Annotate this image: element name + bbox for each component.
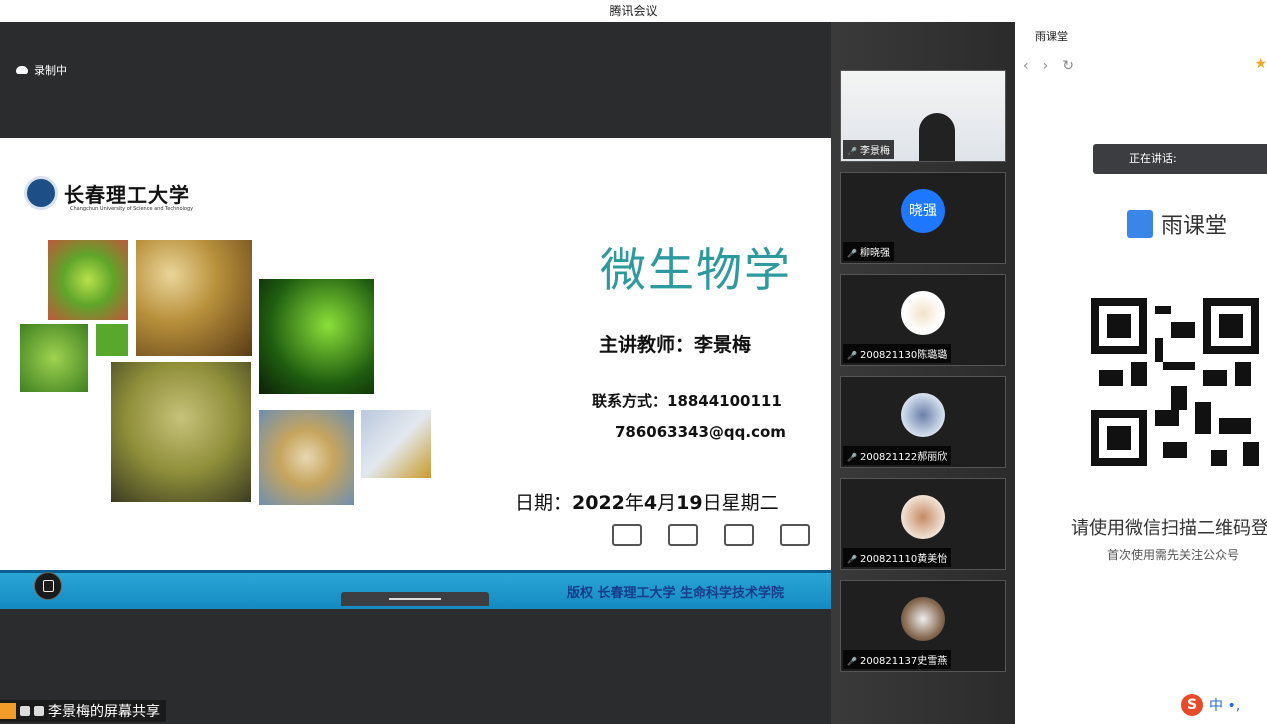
participant-tile[interactable]: 200821137史雪燕: [840, 580, 1006, 672]
contact-email: 786063343@qq.com: [615, 423, 786, 441]
star-icon[interactable]: ★: [1254, 56, 1267, 72]
mold-colony-image: [111, 362, 251, 502]
participant-avatar: [901, 495, 945, 539]
university-seal-icon: [24, 176, 58, 210]
participant-avatar: 晓强: [901, 189, 945, 233]
participant-avatar: [901, 597, 945, 641]
back-icon[interactable]: ‹: [1023, 58, 1043, 74]
participant-avatar: [901, 393, 945, 437]
university-name: 长春理工大学: [64, 182, 190, 207]
note-edit-icon: [780, 524, 810, 546]
rod-bacteria-image: [259, 279, 374, 394]
participant-name: 200821137史雪燕: [843, 650, 952, 669]
speaking-label: 正在讲话:: [1129, 152, 1177, 165]
login-qr-code: [1091, 298, 1259, 466]
yeast-cells-image: [136, 240, 252, 356]
date-month: 4: [643, 492, 658, 514]
microphone-icon: [34, 706, 44, 716]
university-name-en: Changchun University of Science and Tech…: [70, 206, 194, 212]
slide-copyright: 版权 长春理工大学 生命科学技术学院: [567, 586, 785, 601]
sogou-ime-icon[interactable]: S: [1181, 694, 1203, 716]
participant-tile[interactable]: 晓强 柳晓强: [840, 172, 1006, 264]
small-green-image: [96, 324, 128, 356]
date-prefix: 日期：: [515, 492, 573, 514]
date-day-unit: 日星期二: [702, 492, 779, 514]
speaking-indicator: 正在讲话:: [1093, 144, 1267, 174]
university-logo: 长春理工大学 Changchun University of Science a…: [24, 176, 194, 212]
qr-login-note: 首次使用需先关注公众号: [1107, 548, 1240, 562]
participant-tile[interactable]: 李景梅: [840, 70, 1006, 162]
participant-tile[interactable]: 200821110黄美怡: [840, 478, 1006, 570]
collapse-toolbar-tab[interactable]: [341, 592, 489, 606]
recording-label: 录制中: [34, 64, 67, 77]
audience-icon: [724, 524, 754, 546]
green-virus-image: [20, 324, 88, 392]
participant-name: 200821110黄美怡: [843, 548, 952, 567]
participant-name: 李景梅: [843, 140, 894, 159]
input-method-toolbar[interactable]: S 中 •,: [1181, 694, 1240, 716]
presentation-slide: 长春理工大学 Changchun University of Science a…: [0, 138, 831, 572]
yuketang-window: 雨课堂 ‹›↻ ★ 正在讲话: 雨课堂 请使用微信扫描二维码登录 首次使用需先关…: [1015, 22, 1267, 724]
yuketang-window-title: 雨课堂: [1035, 30, 1068, 43]
yuketang-brand-name: 雨课堂: [1161, 214, 1228, 239]
course-title: 微生物学: [600, 243, 792, 297]
ime-mode-label[interactable]: 中 •,: [1209, 695, 1240, 715]
window-titlebar: 腾讯会议: [0, 0, 1267, 22]
projector-icon: [612, 524, 642, 546]
petri-dish-image: [259, 410, 354, 505]
participant-name: 柳晓强: [843, 242, 894, 261]
shared-screen-stage: 录制中 长春理工大学 Changchun University of Scien…: [0, 22, 831, 724]
refresh-icon[interactable]: ↻: [1062, 58, 1088, 74]
forward-icon[interactable]: ›: [1043, 58, 1063, 74]
participant-name: 200821130陈璐璐: [843, 344, 952, 363]
lab-work-image: [361, 410, 431, 478]
qr-login-prompt: 请使用微信扫描二维码登录: [1071, 518, 1267, 539]
cloud-icon: [16, 66, 28, 74]
share-owner-label: 李景梅的屏幕共享: [48, 704, 160, 720]
contact-phone: 联系方式：18844100111: [592, 392, 782, 410]
lecture-date: 日期：2022年4月19日星期二: [515, 488, 779, 515]
recording-indicator[interactable]: 录制中: [16, 62, 67, 78]
participant-tile[interactable]: 200821130陈璐璐: [840, 274, 1006, 366]
window-title: 腾讯会议: [609, 4, 658, 18]
date-year: 2022: [572, 492, 625, 514]
slide-icon-row: [612, 524, 810, 546]
date-month-unit: 月: [657, 492, 677, 514]
document-icon: [668, 524, 698, 546]
participant-avatar: [901, 291, 945, 335]
screen-share-label: 李景梅的屏幕共享: [0, 700, 166, 722]
browser-nav: ‹›↻: [1023, 58, 1088, 74]
participant-tile[interactable]: 200821122郝丽欣: [840, 376, 1006, 468]
teacher-name: 主讲教师：李景梅: [599, 334, 752, 356]
participant-name: 200821122郝丽欣: [843, 446, 952, 465]
participant-video: [919, 113, 955, 161]
screen-icon: [20, 706, 30, 716]
participant-video-panel: 李景梅 晓强 柳晓强 200821130陈璐璐 200821122郝丽欣 200…: [831, 22, 1015, 724]
yuketang-logo-icon: [1127, 210, 1153, 238]
annotation-toggle-button[interactable]: [34, 572, 62, 600]
date-day: 19: [676, 492, 703, 514]
virus-image: [48, 240, 128, 320]
date-year-unit: 年: [624, 492, 644, 514]
yuketang-brand: 雨课堂: [1127, 208, 1227, 240]
presenter-avatar-icon: [0, 703, 16, 719]
